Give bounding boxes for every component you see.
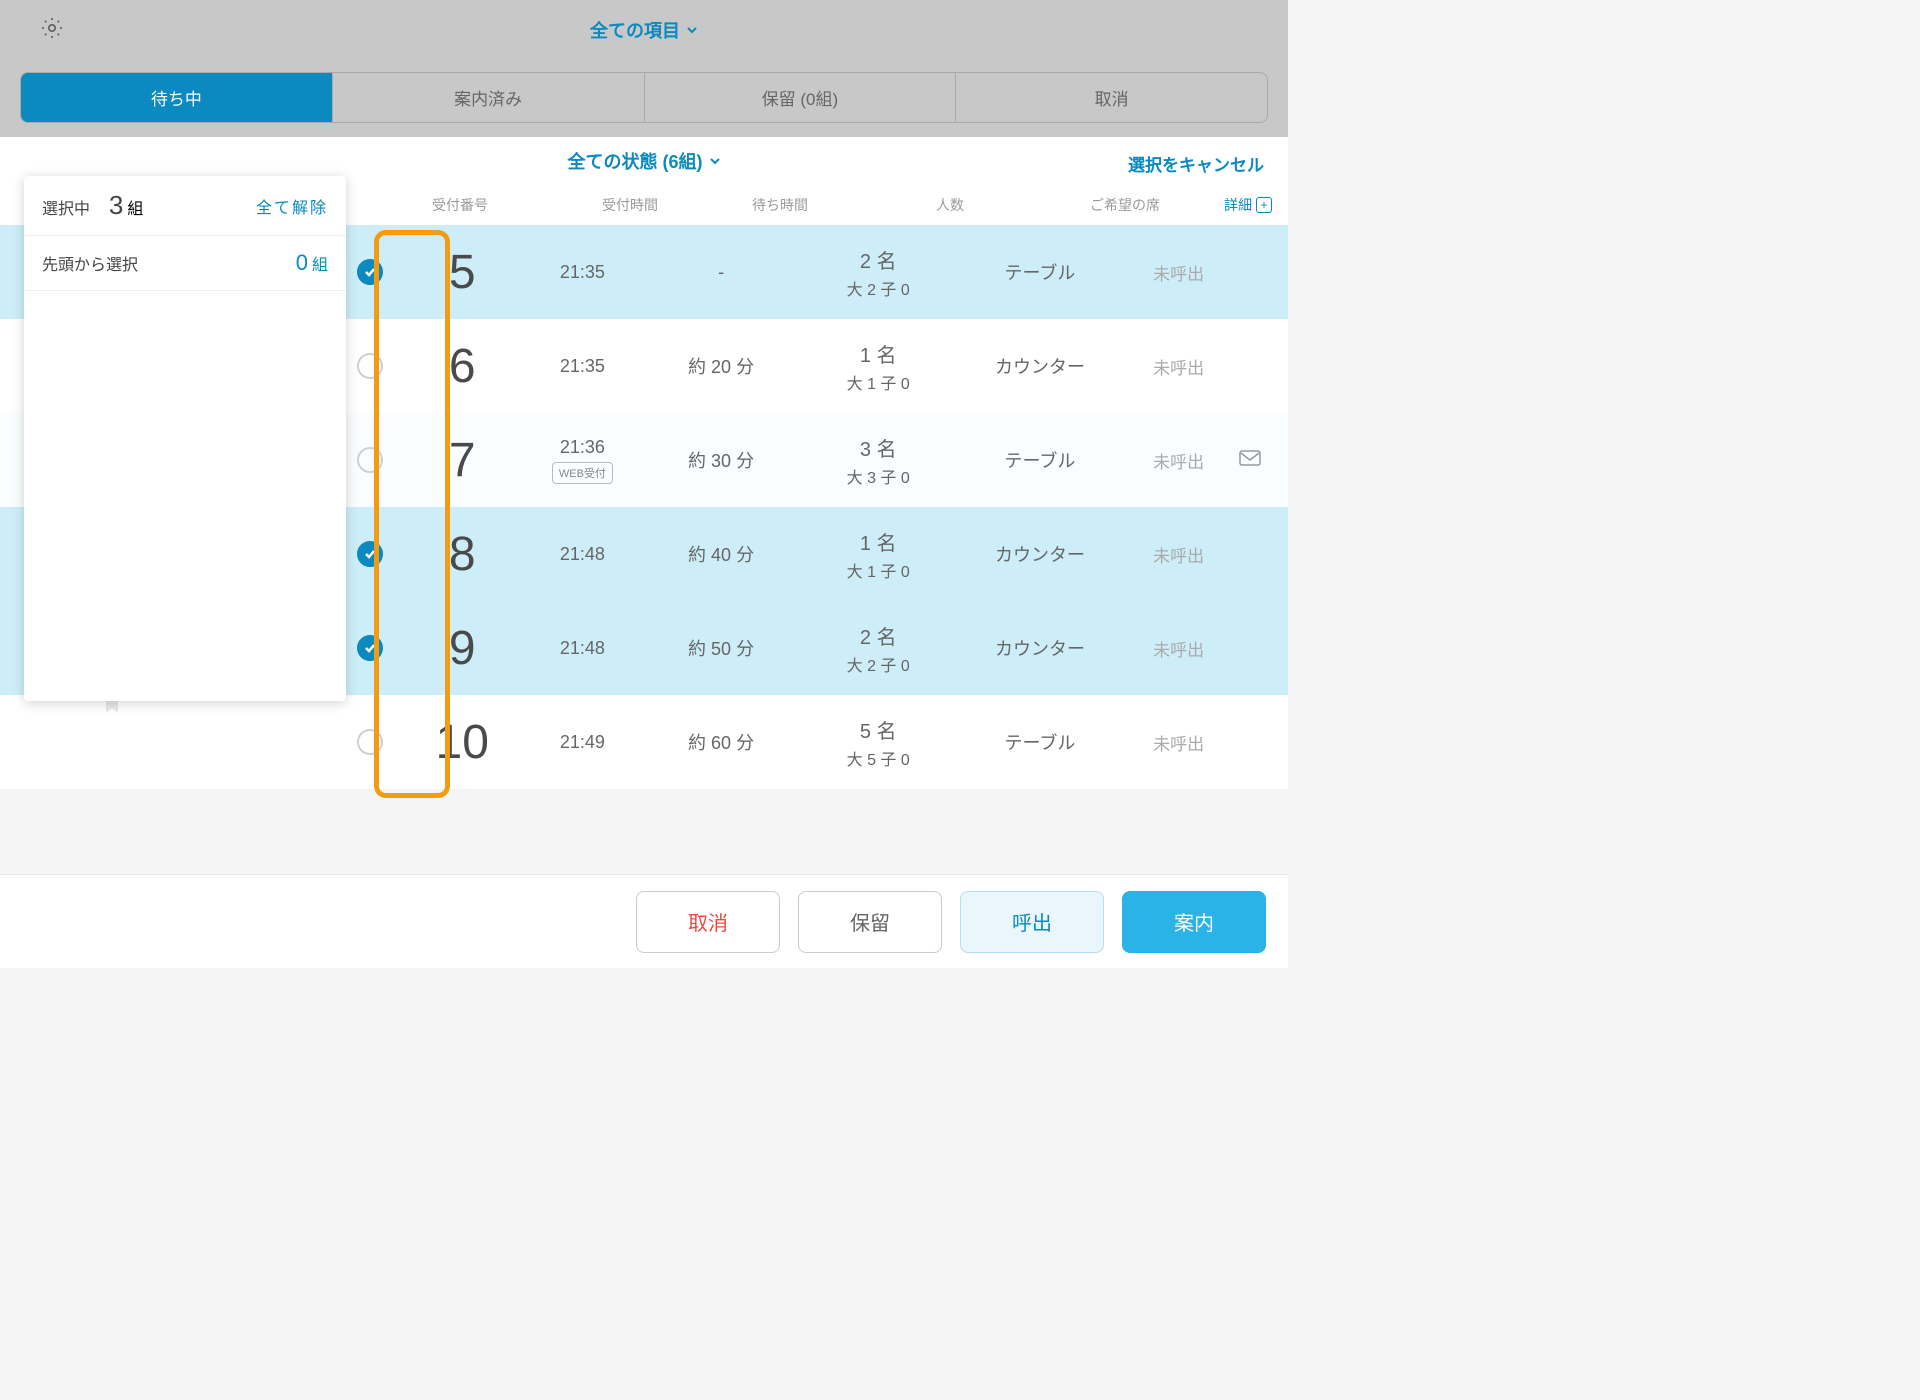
row-seat: テーブル [961, 447, 1118, 473]
row-party: 2 名 大 2 子 0 [795, 621, 961, 676]
row-number: 8 [407, 527, 518, 582]
row-party: 3 名 大 3 子 0 [795, 433, 961, 488]
row-wait: 約 40 分 [647, 541, 795, 567]
from-top-unit: 組 [312, 257, 328, 274]
row-checkbox[interactable] [357, 729, 383, 755]
cancel-selection-button[interactable]: 選択をキャンセル [1128, 151, 1264, 176]
row-time: 21:48 [518, 544, 647, 565]
tab-done[interactable]: 案内済み [333, 73, 645, 122]
details-label: 詳細 [1224, 195, 1252, 215]
row-checkbox[interactable] [357, 447, 383, 473]
selecting-count: 3 [109, 190, 123, 220]
guide-button[interactable]: 案内 [1122, 891, 1266, 953]
row-wait: 約 50 分 [647, 635, 795, 661]
row-checkbox[interactable] [357, 541, 383, 567]
col-header-seat: ご希望の席 [1040, 195, 1210, 215]
chevron-down-icon [686, 24, 698, 36]
action-bar: 取消 保留 呼出 案内 [0, 874, 1288, 968]
row-party: 1 名 大 1 子 0 [795, 339, 961, 394]
row-status: 未呼出 [1119, 542, 1239, 567]
web-badge: WEB受付 [552, 462, 613, 484]
row-seat: テーブル [961, 259, 1118, 285]
row-status: 未呼出 [1119, 448, 1239, 473]
select-from-top-row[interactable]: 先頭から選択 0組 [24, 236, 346, 291]
row-seat: カウンター [961, 353, 1118, 379]
col-header-number: 受付番号 [360, 195, 560, 215]
table-row[interactable]: 10 21:49 約 60 分 5 名 大 5 子 0 テーブル 未呼出 [0, 695, 1288, 789]
col-header-wait: 待ち時間 [700, 195, 860, 215]
row-status: 未呼出 [1119, 354, 1239, 379]
gear-icon[interactable] [40, 16, 64, 45]
row-party: 2 名 大 2 子 0 [795, 245, 961, 300]
row-number: 5 [407, 245, 518, 300]
row-wait: - [647, 262, 795, 283]
row-status: 未呼出 [1119, 636, 1239, 661]
row-time: 21:49 [518, 732, 647, 753]
clear-all-button[interactable]: 全て解除 [256, 194, 328, 218]
tabs-container: 待ち中 案内済み 保留 (0組) 取消 [0, 60, 1288, 137]
hold-button[interactable]: 保留 [798, 891, 942, 953]
row-number: 9 [407, 621, 518, 676]
row-seat: テーブル [961, 729, 1118, 755]
details-toggle[interactable]: 詳細 + [1224, 195, 1272, 215]
row-checkbox[interactable] [357, 635, 383, 661]
selecting-label: 選択中 [42, 201, 90, 218]
status-filter-label: 全ての状態 (6組) [568, 148, 703, 174]
view-selector[interactable]: 全ての項目 [590, 17, 698, 43]
row-wait: 約 20 分 [647, 353, 795, 379]
mail-icon [1239, 450, 1261, 466]
row-time: 21:35 [518, 356, 647, 377]
chevron-down-icon [709, 155, 721, 167]
row-seat: カウンター [961, 541, 1118, 567]
tab-waiting[interactable]: 待ち中 [21, 73, 333, 122]
row-status: 未呼出 [1119, 260, 1239, 285]
row-party: 1 名 大 1 子 0 [795, 527, 961, 582]
row-wait: 約 60 分 [647, 729, 795, 755]
tab-hold[interactable]: 保留 (0組) [645, 73, 957, 122]
row-status: 未呼出 [1119, 730, 1239, 755]
row-checkbox[interactable] [357, 259, 383, 285]
row-time: 21:35 [518, 262, 647, 283]
status-filter[interactable]: 全ての状態 (6組) [568, 148, 721, 174]
row-wait: 約 30 分 [647, 447, 795, 473]
row-checkbox[interactable] [357, 353, 383, 379]
row-extra [1239, 450, 1272, 471]
row-time: 21:36 WEB受付 [518, 437, 647, 484]
top-bar: 全ての項目 [0, 0, 1288, 60]
from-top-label: 先頭から選択 [42, 251, 138, 275]
tab-cancelled[interactable]: 取消 [956, 73, 1267, 122]
selection-panel: 選択中 3組 全て解除 先頭から選択 0組 [24, 176, 346, 701]
view-title: 全ての項目 [590, 17, 680, 43]
row-number: 6 [407, 339, 518, 394]
row-number: 7 [407, 433, 518, 488]
col-header-party: 人数 [860, 195, 1040, 215]
call-button[interactable]: 呼出 [960, 891, 1104, 953]
row-checkbox-cell [333, 729, 407, 755]
col-header-time: 受付時間 [560, 195, 700, 215]
row-party: 5 名 大 5 子 0 [795, 715, 961, 770]
row-seat: カウンター [961, 635, 1118, 661]
cancel-button[interactable]: 取消 [636, 891, 780, 953]
from-top-value: 0 [296, 250, 308, 275]
plus-icon: + [1256, 197, 1272, 213]
row-time: 21:48 [518, 638, 647, 659]
row-number: 10 [407, 715, 518, 770]
selecting-unit: 組 [127, 201, 143, 218]
